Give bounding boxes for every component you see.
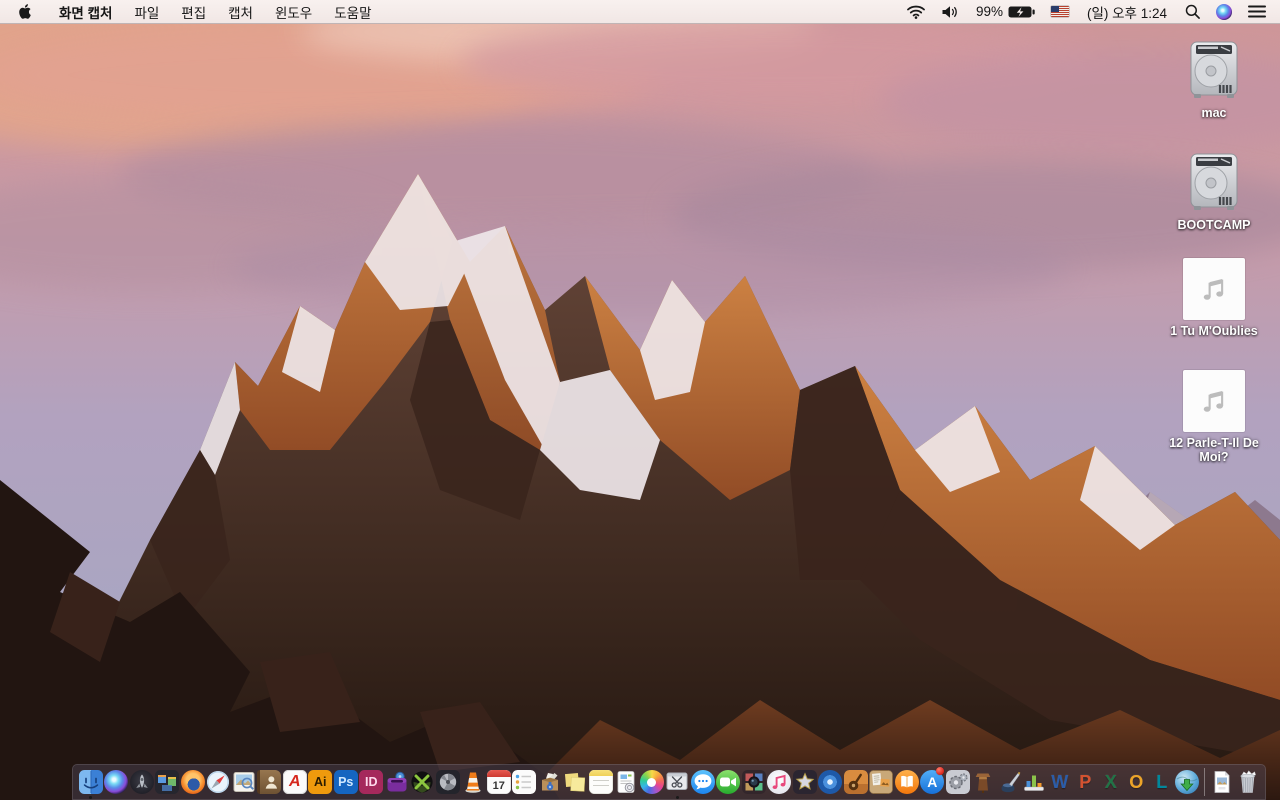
siri-menu-extra[interactable] bbox=[1208, 0, 1240, 23]
notification-center-menu-extra[interactable] bbox=[1240, 0, 1280, 23]
dock-acrobat-reader-icon[interactable]: A bbox=[282, 764, 308, 800]
dock-vlc-icon[interactable] bbox=[461, 764, 487, 800]
desktop-screen: 화면 캡처 파일 편집 캡처 윈도우 도움말 99% (일) 오후 1:24 m… bbox=[0, 0, 1280, 800]
siri-icon bbox=[1216, 3, 1232, 20]
hard-drive-icon bbox=[1190, 41, 1238, 98]
dock-stickies-icon[interactable] bbox=[563, 764, 589, 800]
dock-preview-icon[interactable] bbox=[231, 764, 257, 800]
dock-toast-titanium-icon[interactable] bbox=[384, 764, 410, 800]
dock-firefox-icon[interactable] bbox=[180, 764, 206, 800]
dock-keynote-icon[interactable] bbox=[971, 764, 997, 800]
dock-garageband-icon[interactable] bbox=[843, 764, 869, 800]
menu-bar-status: 99% (일) 오후 1:24 bbox=[899, 0, 1280, 23]
apple-logo-icon bbox=[19, 4, 31, 19]
desktop-icon-label: 12 Parle-T-Il De Moi? bbox=[1169, 436, 1259, 465]
dock-calendar-icon[interactable]: 17 bbox=[486, 764, 512, 800]
dock-system-preferences-icon[interactable] bbox=[945, 764, 971, 800]
desktop-icon-mac[interactable]: mac bbox=[1164, 38, 1264, 120]
dock-photo-booth-icon[interactable] bbox=[741, 764, 767, 800]
battery-charging-icon bbox=[1008, 6, 1035, 17]
dock-notes-icon[interactable] bbox=[588, 764, 614, 800]
dock-itunes-icon[interactable] bbox=[767, 764, 793, 800]
spotlight-search-icon bbox=[1185, 4, 1200, 19]
dock-siri-icon[interactable] bbox=[104, 764, 130, 800]
dock-photos-icon[interactable] bbox=[639, 764, 665, 800]
dock-x-media-player-icon[interactable] bbox=[410, 764, 436, 800]
menu-bar: 화면 캡처 파일 편집 캡처 윈도우 도움말 99% (일) 오후 1:24 bbox=[0, 0, 1280, 24]
desktop-icon-audio-2[interactable]: 12 Parle-T-Il De Moi? bbox=[1164, 370, 1264, 465]
dock-lync-icon[interactable]: L bbox=[1149, 764, 1175, 800]
dock-installer-icon[interactable] bbox=[614, 764, 640, 800]
dock-ibooks-icon[interactable] bbox=[894, 764, 920, 800]
desktop-icon-audio-1[interactable]: 1 Tu M'Oublies bbox=[1164, 258, 1264, 338]
volume-icon bbox=[942, 5, 957, 18]
volume-menu-extra[interactable] bbox=[933, 0, 968, 23]
dock-pages-icon[interactable] bbox=[996, 764, 1022, 800]
dock-safari-icon[interactable] bbox=[206, 764, 232, 800]
dock-fan-control-icon[interactable] bbox=[435, 764, 461, 800]
menu-capture[interactable]: 캡처 bbox=[217, 2, 264, 22]
dock-document-file-icon[interactable] bbox=[1209, 764, 1235, 800]
dock: A Ai Ps ID 17 A W P X O L bbox=[72, 764, 1266, 800]
input-source-menu-extra[interactable] bbox=[1043, 0, 1077, 23]
dock-word-icon[interactable]: W bbox=[1047, 764, 1073, 800]
spotlight-menu-extra[interactable] bbox=[1177, 0, 1208, 23]
dock-mission-control-icon[interactable] bbox=[155, 764, 181, 800]
hard-drive-icon bbox=[1190, 153, 1238, 210]
menu-clock: (일) 오후 1:24 bbox=[1086, 5, 1167, 21]
dock-dvd-player-icon[interactable] bbox=[818, 764, 844, 800]
menu-file[interactable]: 파일 bbox=[123, 2, 170, 22]
menu-help[interactable]: 도움말 bbox=[323, 2, 382, 22]
dock-excel-icon[interactable]: X bbox=[1098, 764, 1124, 800]
dock-powerpoint-icon[interactable]: P bbox=[1073, 764, 1099, 800]
audio-file-icon bbox=[1183, 258, 1245, 320]
dock-separator bbox=[1200, 764, 1209, 800]
desktop-icon-label: BOOTCAMP bbox=[1177, 218, 1251, 232]
audio-file-icon bbox=[1183, 370, 1245, 432]
dock-contacts-icon[interactable] bbox=[257, 764, 283, 800]
dock-photoshop-icon[interactable]: Ps bbox=[333, 764, 359, 800]
dock-reminders-icon[interactable] bbox=[512, 764, 538, 800]
apple-menu[interactable] bbox=[0, 0, 48, 23]
dock-illustrator-icon[interactable]: Ai bbox=[308, 764, 334, 800]
app-store-badge bbox=[936, 767, 944, 775]
menu-edit[interactable]: 편집 bbox=[170, 2, 217, 22]
dock-indesign-icon[interactable]: ID bbox=[359, 764, 385, 800]
dock-imovie-icon[interactable] bbox=[792, 764, 818, 800]
clock-menu-extra[interactable]: (일) 오후 1:24 bbox=[1077, 0, 1177, 23]
us-flag-icon bbox=[1050, 6, 1069, 17]
menu-bar-left: 화면 캡처 파일 편집 캡처 윈도우 도움말 bbox=[0, 0, 383, 23]
desktop-icon-label: mac bbox=[1201, 106, 1227, 120]
dock-numbers-icon[interactable] bbox=[1022, 764, 1048, 800]
wifi-menu-extra[interactable] bbox=[899, 0, 933, 23]
dock-trash-full-icon[interactable] bbox=[1235, 764, 1261, 800]
dock-collage-board-icon[interactable] bbox=[869, 764, 895, 800]
dock-launchpad-icon[interactable] bbox=[129, 764, 155, 800]
desktop-icon-bootcamp[interactable]: BOOTCAMP bbox=[1164, 150, 1264, 232]
dock-outlook-icon[interactable]: O bbox=[1124, 764, 1150, 800]
sierra-mountain-wallpaper bbox=[0, 0, 1280, 800]
desktop-icon-label: 1 Tu M'Oublies bbox=[1170, 324, 1258, 338]
battery-menu-extra[interactable]: 99% bbox=[968, 0, 1043, 23]
notification-center-icon bbox=[1248, 5, 1266, 18]
dock-messages-icon[interactable] bbox=[690, 764, 716, 800]
battery-percent: 99% bbox=[975, 4, 1003, 19]
menu-app-name[interactable]: 화면 캡처 bbox=[48, 2, 123, 22]
dock-app-store-icon[interactable]: A bbox=[920, 764, 946, 800]
wifi-icon bbox=[907, 5, 925, 19]
dock-finder-icon[interactable] bbox=[78, 764, 104, 800]
dock-globe-downloader-icon[interactable] bbox=[1175, 764, 1201, 800]
dock-facetime-icon[interactable] bbox=[716, 764, 742, 800]
menu-window[interactable]: 윈도우 bbox=[264, 2, 323, 22]
dock-stuffit-expander-icon[interactable] bbox=[537, 764, 563, 800]
dock-grab-screen-capture-icon[interactable] bbox=[665, 764, 691, 800]
